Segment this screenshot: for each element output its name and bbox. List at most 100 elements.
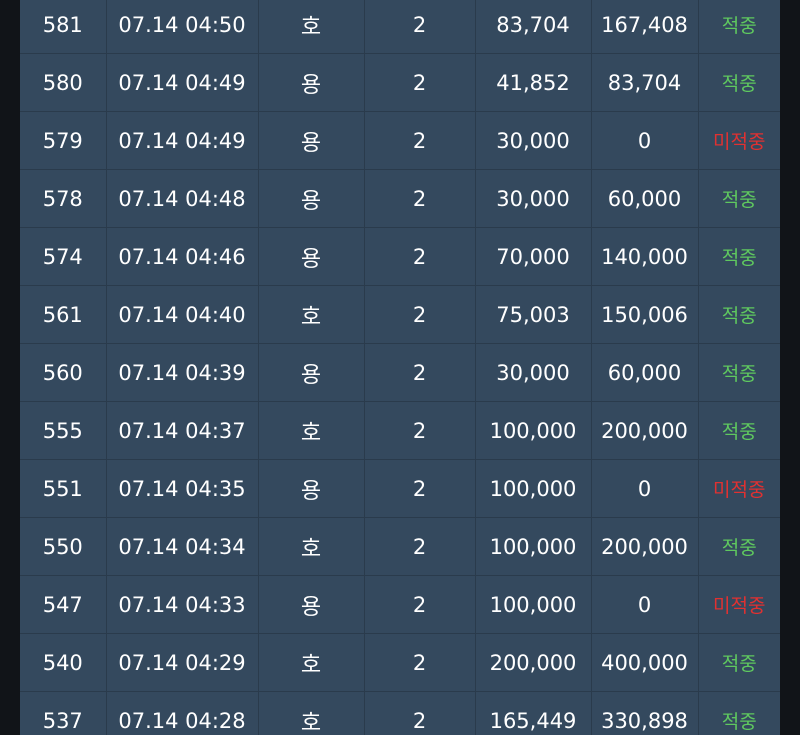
odds-cell: 2 xyxy=(364,227,476,286)
table-row: 560 07.14 04:39 용 2 30,000 60,000 적중 xyxy=(20,343,780,402)
payout-amount-cell: 0 xyxy=(591,459,699,518)
bet-amount-cell: 30,000 xyxy=(475,169,592,228)
payout-amount-cell: 60,000 xyxy=(591,343,699,402)
round-number-cell: 578 xyxy=(20,169,107,228)
result-cell: 적중 xyxy=(698,517,780,576)
table-row: 551 07.14 04:35 용 2 100,000 0 미적중 xyxy=(20,459,780,518)
table-row: 537 07.14 04:28 호 2 165,449 330,898 적중 xyxy=(20,691,780,735)
round-number-cell: 555 xyxy=(20,401,107,460)
round-number-cell: 540 xyxy=(20,633,107,692)
bet-amount-cell: 165,449 xyxy=(475,691,592,735)
payout-amount-cell: 150,006 xyxy=(591,285,699,344)
bet-choice-cell: 용 xyxy=(258,227,365,286)
table-row: 547 07.14 04:33 용 2 100,000 0 미적중 xyxy=(20,575,780,634)
bet-time-cell: 07.14 04:29 xyxy=(106,633,259,692)
odds-cell: 2 xyxy=(364,691,476,735)
table-row: 555 07.14 04:37 호 2 100,000 200,000 적중 xyxy=(20,401,780,460)
table-row: 579 07.14 04:49 용 2 30,000 0 미적중 xyxy=(20,111,780,170)
bet-history-table: 581 07.14 04:50 호 2 83,704 167,408 적중 580 07.14 … xyxy=(20,0,780,735)
odds-cell: 2 xyxy=(364,285,476,344)
odds-cell: 2 xyxy=(364,633,476,692)
bet-amount-cell: 100,000 xyxy=(475,459,592,518)
odds-cell: 2 xyxy=(364,53,476,112)
round-number-cell: 561 xyxy=(20,285,107,344)
odds-cell: 2 xyxy=(364,517,476,576)
bet-time-cell: 07.14 04:35 xyxy=(106,459,259,518)
bet-amount-cell: 100,000 xyxy=(475,401,592,460)
bet-choice-cell: 호 xyxy=(258,0,365,54)
bet-choice-cell: 용 xyxy=(258,111,365,170)
table-row: 581 07.14 04:50 호 2 83,704 167,408 적중 xyxy=(20,0,780,54)
payout-amount-cell: 200,000 xyxy=(591,401,699,460)
result-cell: 적중 xyxy=(698,691,780,735)
result-cell: 적중 xyxy=(698,53,780,112)
bet-choice-cell: 용 xyxy=(258,343,365,402)
table-row: 561 07.14 04:40 호 2 75,003 150,006 적중 xyxy=(20,285,780,344)
result-cell: 적중 xyxy=(698,401,780,460)
bet-amount-cell: 100,000 xyxy=(475,575,592,634)
round-number-cell: 580 xyxy=(20,53,107,112)
result-cell: 적중 xyxy=(698,0,780,54)
payout-amount-cell: 167,408 xyxy=(591,0,699,54)
bet-choice-cell: 용 xyxy=(258,575,365,634)
round-number-cell: 581 xyxy=(20,0,107,54)
result-cell: 적중 xyxy=(698,343,780,402)
result-cell: 미적중 xyxy=(698,575,780,634)
bet-time-cell: 07.14 04:49 xyxy=(106,111,259,170)
result-cell: 적중 xyxy=(698,633,780,692)
odds-cell: 2 xyxy=(364,169,476,228)
bet-amount-cell: 100,000 xyxy=(475,517,592,576)
payout-amount-cell: 83,704 xyxy=(591,53,699,112)
bet-time-cell: 07.14 04:39 xyxy=(106,343,259,402)
bet-time-cell: 07.14 04:48 xyxy=(106,169,259,228)
odds-cell: 2 xyxy=(364,0,476,54)
table-row: 574 07.14 04:46 용 2 70,000 140,000 적중 xyxy=(20,227,780,286)
round-number-cell: 537 xyxy=(20,691,107,735)
right-margin xyxy=(780,0,800,735)
payout-amount-cell: 400,000 xyxy=(591,633,699,692)
bet-choice-cell: 용 xyxy=(258,169,365,228)
round-number-cell: 550 xyxy=(20,517,107,576)
bet-choice-cell: 호 xyxy=(258,401,365,460)
table-row: 540 07.14 04:29 호 2 200,000 400,000 적중 xyxy=(20,633,780,692)
bet-amount-cell: 83,704 xyxy=(475,0,592,54)
bet-amount-cell: 30,000 xyxy=(475,111,592,170)
result-cell: 미적중 xyxy=(698,111,780,170)
round-number-cell: 551 xyxy=(20,459,107,518)
bet-choice-cell: 호 xyxy=(258,691,365,735)
payout-amount-cell: 330,898 xyxy=(591,691,699,735)
bet-choice-cell: 용 xyxy=(258,459,365,518)
left-margin xyxy=(0,0,20,735)
table-row: 550 07.14 04:34 호 2 100,000 200,000 적중 xyxy=(20,517,780,576)
table-body: 581 07.14 04:50 호 2 83,704 167,408 적중 580 07.14 … xyxy=(20,0,780,735)
bet-amount-cell: 30,000 xyxy=(475,343,592,402)
result-cell: 미적중 xyxy=(698,459,780,518)
table-row: 580 07.14 04:49 용 2 41,852 83,704 적중 xyxy=(20,53,780,112)
bet-choice-cell: 호 xyxy=(258,285,365,344)
bet-amount-cell: 70,000 xyxy=(475,227,592,286)
odds-cell: 2 xyxy=(364,459,476,518)
bet-time-cell: 07.14 04:46 xyxy=(106,227,259,286)
payout-amount-cell: 140,000 xyxy=(591,227,699,286)
bet-choice-cell: 용 xyxy=(258,53,365,112)
table-row: 578 07.14 04:48 용 2 30,000 60,000 적중 xyxy=(20,169,780,228)
payout-amount-cell: 0 xyxy=(591,111,699,170)
result-cell: 적중 xyxy=(698,285,780,344)
payout-amount-cell: 0 xyxy=(591,575,699,634)
bet-choice-cell: 호 xyxy=(258,517,365,576)
odds-cell: 2 xyxy=(364,343,476,402)
result-cell: 적중 xyxy=(698,227,780,286)
bet-choice-cell: 호 xyxy=(258,633,365,692)
bet-time-cell: 07.14 04:33 xyxy=(106,575,259,634)
bet-history-table-container[interactable]: 581 07.14 04:50 호 2 83,704 167,408 적중 580 07.14 … xyxy=(20,0,780,735)
round-number-cell: 579 xyxy=(20,111,107,170)
payout-amount-cell: 60,000 xyxy=(591,169,699,228)
bet-time-cell: 07.14 04:49 xyxy=(106,53,259,112)
bet-time-cell: 07.14 04:28 xyxy=(106,691,259,735)
bet-time-cell: 07.14 04:50 xyxy=(106,0,259,54)
odds-cell: 2 xyxy=(364,401,476,460)
odds-cell: 2 xyxy=(364,111,476,170)
bet-time-cell: 07.14 04:34 xyxy=(106,517,259,576)
result-cell: 적중 xyxy=(698,169,780,228)
odds-cell: 2 xyxy=(364,575,476,634)
